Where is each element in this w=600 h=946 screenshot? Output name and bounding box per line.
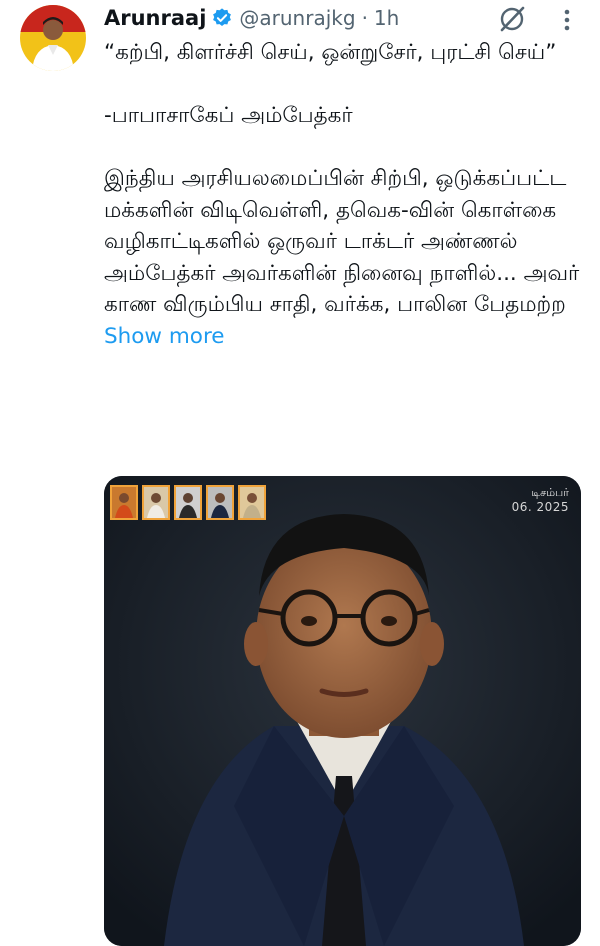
more-vertical-icon[interactable] xyxy=(556,8,578,36)
tweet-text: “கற்பி, கிளர்ச்சி செய், ஒன்றுசேர், புரட்… xyxy=(104,37,584,352)
tweet-time[interactable]: 1h xyxy=(374,6,399,30)
tweet-attribution: -பாபாசாகேப் அம்பேத்கர் xyxy=(104,103,353,128)
tweet-quote: “கற்பி, கிளர்ச்சி செய், ஒன்றுசேர், புரட்… xyxy=(104,40,557,65)
leader-thumbnail xyxy=(110,485,138,520)
tweet-body-text: இந்திய அரசியலமைப்பின் சிற்பி, ஒடுக்கப்பட… xyxy=(104,166,580,317)
avatar[interactable] xyxy=(20,5,86,71)
portrait-illustration xyxy=(104,476,581,946)
leader-thumbnail xyxy=(206,485,234,520)
leader-thumbnail xyxy=(174,485,202,520)
verified-badge-icon xyxy=(211,7,233,29)
image-date-month: டிசம்பர் xyxy=(531,486,569,499)
leaders-thumbnail-strip xyxy=(110,485,266,520)
tweet-body: இந்திய அரசியலமைப்பின் சிற்பி, ஒடுக்கப்பட… xyxy=(104,163,584,352)
tweet-header: Arunraaj @arunrajkg · 1h xyxy=(104,2,399,34)
author-display-name[interactable]: Arunraaj xyxy=(104,6,206,30)
avatar-image xyxy=(20,5,86,71)
tweet-media-image[interactable]: டிசம்பர் 06. 2025 xyxy=(104,476,581,946)
show-more-link[interactable]: Show more xyxy=(104,324,225,349)
leader-thumbnail xyxy=(238,485,266,520)
header-separator: · xyxy=(361,6,368,30)
author-handle[interactable]: @arunrajkg xyxy=(239,6,355,30)
image-date-day: 06. 2025 xyxy=(511,500,569,514)
grok-icon[interactable] xyxy=(497,4,527,38)
leader-thumbnail xyxy=(142,485,170,520)
